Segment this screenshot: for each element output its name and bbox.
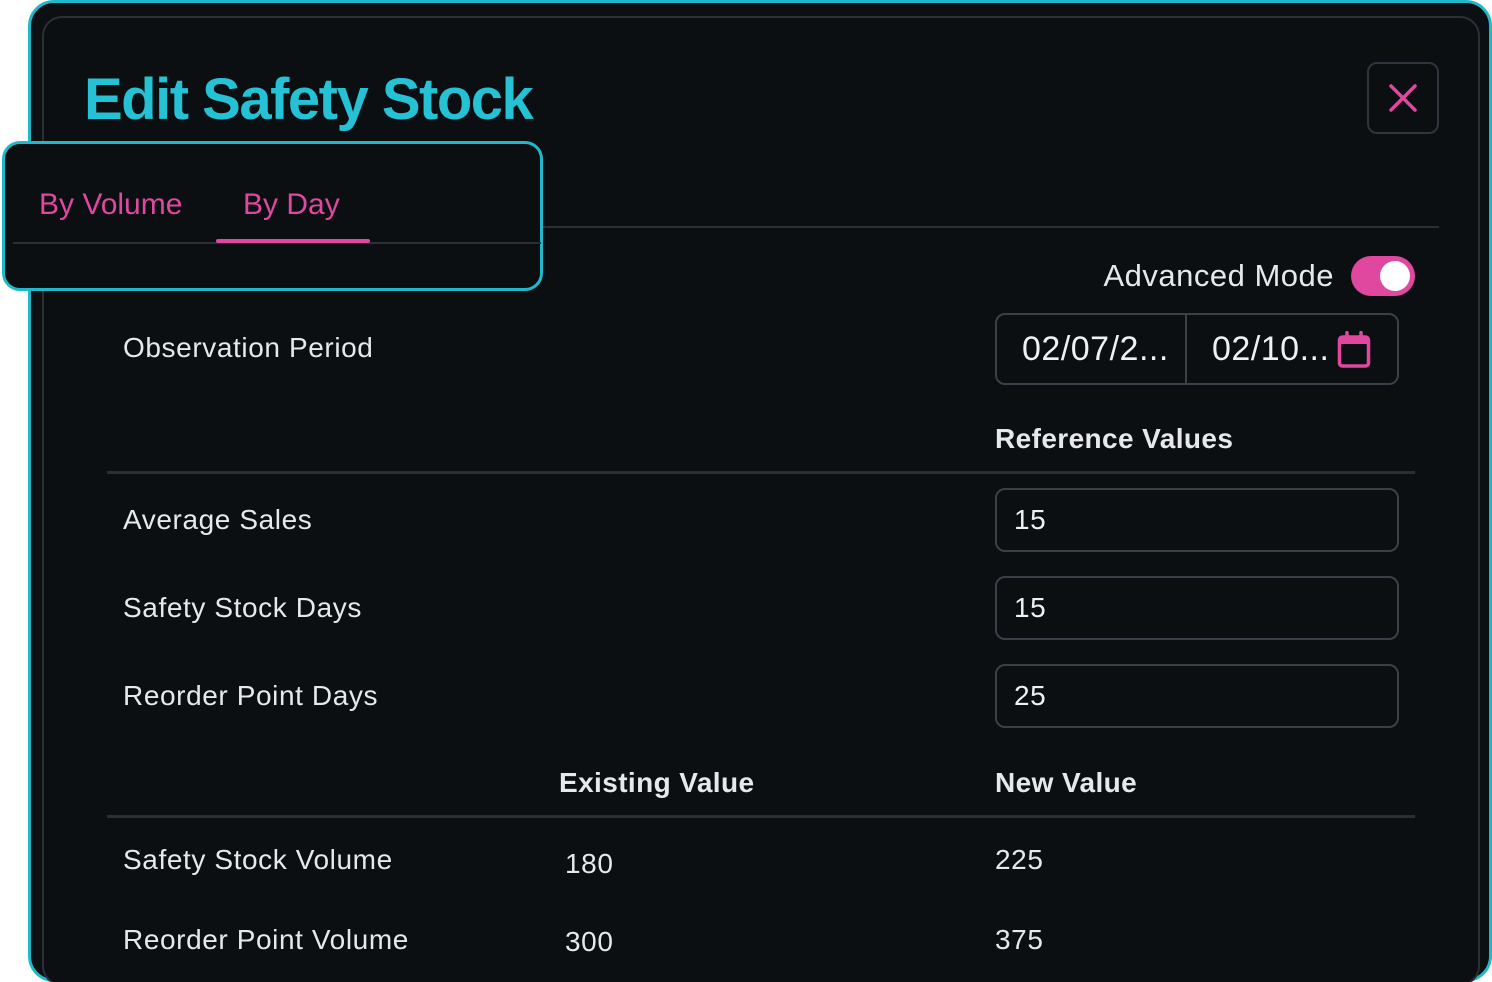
- reorder-point-volume-existing: 300: [565, 926, 614, 957]
- dialog-title: Edit Safety Stock: [84, 67, 534, 132]
- safety-stock-days-input[interactable]: [995, 576, 1399, 640]
- existing-value-header: Existing Value: [559, 767, 755, 798]
- toggle-knob: [1380, 261, 1410, 291]
- new-value-header: New Value: [995, 767, 1138, 798]
- close-button[interactable]: [1367, 62, 1439, 134]
- reorder-point-days-label: Reorder Point Days: [123, 680, 379, 711]
- tab-by-volume[interactable]: By Volume: [39, 188, 182, 222]
- end-date-input[interactable]: 02/10...: [1187, 315, 1397, 383]
- reorder-point-volume-new: 375: [995, 924, 1044, 955]
- start-date-input[interactable]: 02/07/2...: [997, 315, 1187, 383]
- safety-stock-days-label: Safety Stock Days: [123, 592, 362, 623]
- observation-period-label: Observation Period: [123, 332, 374, 363]
- reorder-point-volume-label: Reorder Point Volume: [123, 924, 409, 955]
- advanced-mode-toggle[interactable]: [1351, 256, 1415, 296]
- safety-stock-volume-label: Safety Stock Volume: [123, 844, 393, 875]
- safety-stock-volume-new: 225: [995, 844, 1044, 875]
- reference-divider: [107, 471, 1415, 474]
- active-tab-indicator: [216, 239, 370, 243]
- tab-bar: By Volume By Day: [2, 141, 543, 291]
- observation-period-range: 02/07/2... 02/10...: [995, 313, 1399, 385]
- close-icon: [1389, 84, 1417, 112]
- advanced-mode-label: Advanced Mode: [1103, 258, 1334, 293]
- safety-stock-volume-existing: 180: [565, 848, 614, 879]
- tab-by-day[interactable]: By Day: [243, 188, 340, 222]
- header-divider: [540, 226, 1439, 228]
- calendar-icon[interactable]: [1337, 331, 1371, 369]
- average-sales-input[interactable]: [995, 488, 1399, 552]
- reorder-point-days-input[interactable]: [995, 664, 1399, 728]
- reference-values-header: Reference Values: [995, 423, 1234, 454]
- end-date-value: 02/10...: [1212, 329, 1330, 368]
- average-sales-label: Average Sales: [123, 504, 313, 535]
- results-divider: [107, 815, 1415, 818]
